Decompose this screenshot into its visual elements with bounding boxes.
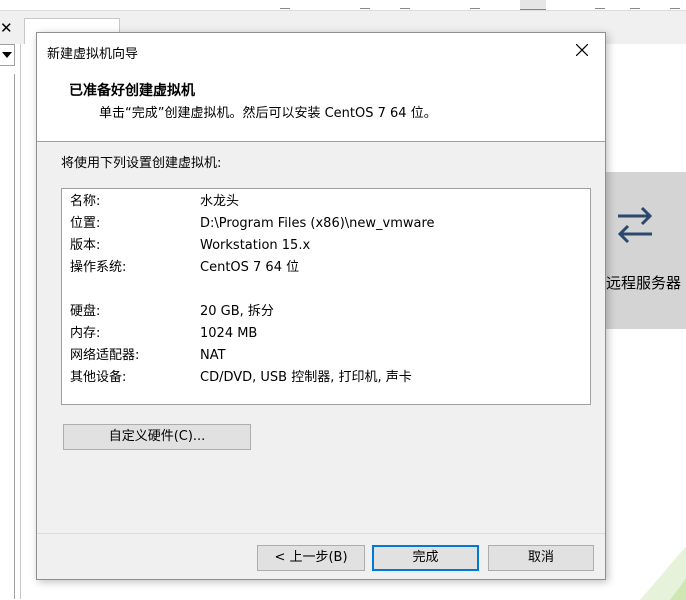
summary-key: 位置: [70, 216, 101, 231]
summary-key: 内存: [70, 326, 101, 341]
summary-value: CentOS 7 64 位 [200, 260, 300, 275]
wizard-header: 已准备好创建虚拟机 单击“完成”创建虚拟机。然后可以安装 CentOS 7 64… [37, 69, 605, 142]
summary-row-devices: 其他设备: CD/DVD, USB 控制器, 打印机, 声卡 [70, 368, 580, 388]
wizard-step-subtitle: 单击“完成”创建虚拟机。然后可以安装 CentOS 7 64 位。 [99, 106, 437, 121]
summary-key: 名称: [70, 194, 101, 209]
summary-row-location: 位置: D:\Program Files (x86)\new_vmware [70, 214, 580, 234]
footer-divider [37, 533, 605, 534]
background-close-icon[interactable]: ✕ [0, 18, 14, 38]
summary-key: 版本: [70, 238, 101, 253]
dialog-titlebar[interactable]: 新建虚拟机向导 [37, 33, 605, 69]
summary-value: D:\Program Files (x86)\new_vmware [200, 216, 435, 231]
customize-hardware-button[interactable]: 自定义硬件(C)... [63, 424, 251, 450]
background-toolbar-icons [270, 0, 686, 10]
summary-value: 1024 MB [200, 326, 258, 341]
summary-key: 操作系统: [70, 260, 127, 275]
summary-value: Workstation 15.x [200, 238, 311, 253]
dialog-title: 新建虚拟机向导 [47, 47, 139, 62]
close-icon [576, 44, 588, 56]
settings-intro-label: 将使用下列设置创建虚拟机: [61, 156, 222, 171]
finish-button[interactable]: 完成 [372, 545, 479, 571]
corner-decoration [640, 546, 686, 600]
back-button[interactable]: < 上一步(B) [257, 545, 365, 571]
summary-row-disk: 硬盘: 20 GB, 拆分 [70, 302, 580, 322]
summary-value: 20 GB, 拆分 [200, 304, 274, 319]
summary-row-memory: 内存: 1024 MB [70, 324, 580, 344]
summary-row-os: 操作系统: CentOS 7 64 位 [70, 258, 580, 278]
new-vm-wizard-dialog: 新建虚拟机向导 已准备好创建虚拟机 单击“完成”创建虚拟机。然后可以安装 Cen… [36, 32, 606, 580]
settings-summary-box[interactable]: 名称: 水龙头 位置: D:\Program Files (x86)\new_v… [61, 188, 591, 405]
cancel-button[interactable]: 取消 [488, 545, 594, 571]
background-library-panel [0, 74, 15, 599]
dialog-close-button[interactable] [559, 33, 605, 69]
summary-key: 硬盘: [70, 304, 101, 319]
swap-arrows-icon [617, 206, 653, 244]
summary-value: CD/DVD, USB 控制器, 打印机, 声卡 [200, 370, 412, 385]
remote-server-label: 远程服务器 [606, 274, 682, 292]
chevron-down-icon [2, 52, 12, 58]
summary-value: 水龙头 [200, 194, 240, 209]
wizard-step-title: 已准备好创建虚拟机 [69, 83, 195, 99]
summary-key: 其他设备: [70, 370, 127, 385]
remote-server-card[interactable]: 远程服务器 [600, 172, 686, 329]
summary-row-name: 名称: 水龙头 [70, 192, 580, 212]
summary-row-version: 版本: Workstation 15.x [70, 236, 580, 256]
summary-value: NAT [200, 348, 226, 363]
summary-key: 网络适配器: [70, 348, 140, 363]
summary-row-network: 网络适配器: NAT [70, 346, 580, 366]
background-dropdown[interactable] [0, 44, 15, 66]
